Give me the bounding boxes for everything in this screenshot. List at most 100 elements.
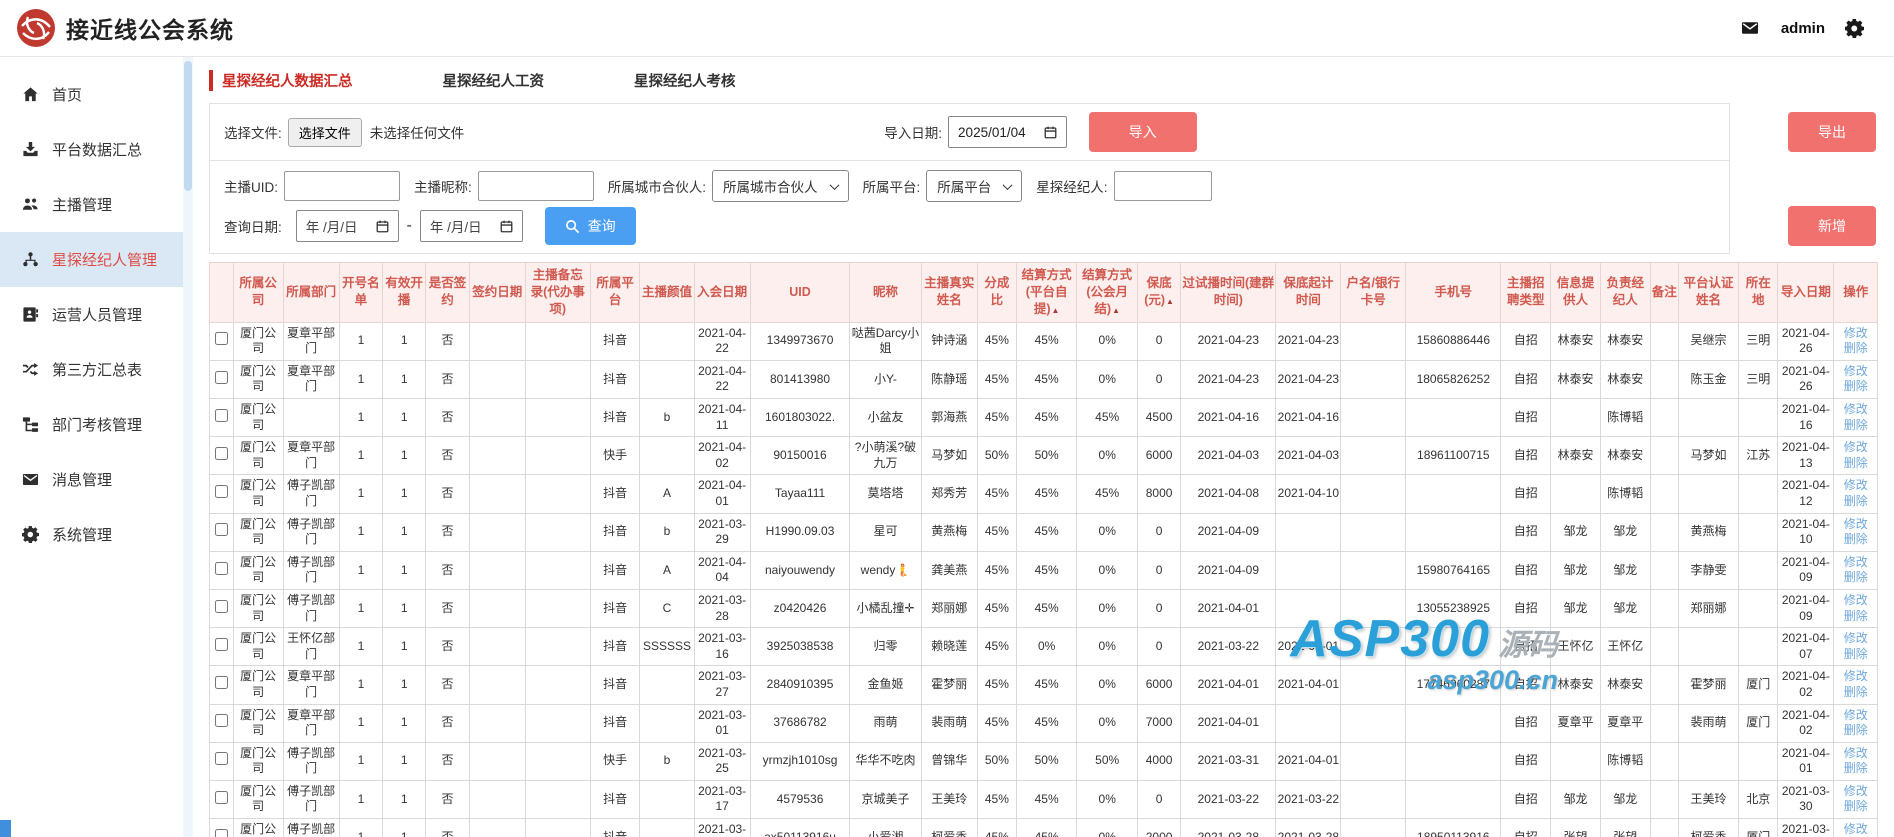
search-icon: [565, 219, 579, 233]
op-delete-link[interactable]: 删除: [1835, 647, 1876, 663]
sidebar-item-system-manage[interactable]: 系统管理: [0, 507, 183, 562]
import-date-value: 2025/01/04: [958, 124, 1026, 140]
sidebar-item-scout-manage[interactable]: 星探经纪人管理: [0, 232, 183, 287]
anchor-nickname-input[interactable]: [477, 171, 594, 201]
data-cell: 厦门公司: [232, 436, 284, 476]
sort-asc-icon[interactable]: ▲: [1112, 306, 1120, 315]
row-checkbox[interactable]: [214, 523, 228, 537]
row-checkbox[interactable]: [214, 828, 228, 837]
scrollbar-thumb[interactable]: [184, 61, 192, 191]
tab-scout-assess[interactable]: 星探经纪人考核: [634, 70, 736, 91]
import-date-input[interactable]: 2025/01/04: [948, 116, 1067, 148]
app-title: 接近线公会系统: [66, 17, 234, 43]
op-edit-link[interactable]: 修改: [1835, 326, 1876, 342]
op-delete-link[interactable]: 删除: [1835, 341, 1876, 357]
data-cell: wendy🧜: [849, 550, 922, 590]
op-delete-link[interactable]: 删除: [1835, 609, 1876, 625]
data-cell: 2021-04-01: [1275, 627, 1342, 667]
column-header[interactable]: 结算方式(公会月结)▲: [1076, 262, 1138, 323]
sort-asc-icon[interactable]: ▲: [1166, 297, 1174, 306]
row-checkbox[interactable]: [214, 332, 228, 346]
query-button[interactable]: 查询: [544, 207, 636, 245]
data-cell: 0%: [1076, 588, 1138, 629]
op-delete-link[interactable]: 删除: [1835, 799, 1876, 815]
city-partner-select[interactable]: 所属城市合伙人: [712, 170, 849, 202]
platform-select[interactable]: 所属平台: [926, 170, 1023, 202]
row-checkbox[interactable]: [214, 370, 228, 384]
query-date-start-input[interactable]: 年 /月/日: [295, 210, 399, 242]
op-edit-link[interactable]: 修改: [1835, 822, 1876, 837]
sidebar-item-platform-data[interactable]: 平台数据汇总: [0, 122, 183, 177]
data-cell: 0: [1136, 627, 1182, 667]
sort-asc-icon[interactable]: ▲: [1052, 306, 1060, 315]
add-button[interactable]: 新增: [1788, 206, 1876, 246]
settings-gear-icon[interactable]: [1845, 18, 1864, 38]
op-delete-link[interactable]: 删除: [1835, 723, 1876, 739]
data-cell: [1340, 512, 1407, 552]
row-checkbox[interactable]: [214, 714, 228, 728]
sidebar-scrollbar[interactable]: [183, 57, 193, 837]
data-cell: [524, 512, 591, 552]
sidebar-item-home[interactable]: 首页: [0, 67, 183, 122]
op-edit-link[interactable]: 修改: [1835, 746, 1876, 762]
op-delete-link[interactable]: 删除: [1835, 494, 1876, 510]
column-header[interactable]: 保底(元)▲: [1136, 262, 1182, 323]
sidebar-item-dept-assess[interactable]: 部门考核管理: [0, 397, 183, 452]
data-cell: 1: [338, 779, 384, 820]
row-checkbox[interactable]: [214, 485, 228, 499]
data-cell: 陈静瑶: [920, 359, 978, 400]
date-placeholder: 年 /月/日: [305, 220, 358, 235]
tab-scout-data-summary[interactable]: 星探经纪人数据汇总: [209, 69, 353, 91]
sidebar-item-label: 首页: [52, 87, 83, 104]
data-cell: 2021-03-27: [693, 665, 751, 705]
row-checkbox[interactable]: [214, 599, 228, 613]
row-checkbox[interactable]: [214, 446, 228, 460]
data-cell: 抖音: [589, 665, 641, 705]
import-button[interactable]: 导入: [1088, 112, 1197, 152]
scroll-corner: [0, 820, 11, 837]
data-cell: 2021-04-26: [1777, 321, 1835, 361]
row-checkbox[interactable]: [214, 637, 228, 651]
op-edit-link[interactable]: 修改: [1835, 708, 1876, 724]
tab-scout-salary[interactable]: 星探经纪人工资: [443, 70, 545, 91]
op-delete-link[interactable]: 删除: [1835, 418, 1876, 434]
sidebar-item-third-party[interactable]: 第三方汇总表: [0, 342, 183, 397]
op-edit-link[interactable]: 修改: [1835, 478, 1876, 494]
row-checkbox[interactable]: [214, 561, 228, 575]
op-edit-link[interactable]: 修改: [1835, 593, 1876, 609]
op-delete-link[interactable]: 删除: [1835, 379, 1876, 395]
data-cell: 林泰安: [1599, 321, 1651, 361]
op-edit-link[interactable]: 修改: [1835, 631, 1876, 647]
column-header[interactable]: 结算方式(平台自提)▲: [1015, 262, 1078, 323]
choose-file-button[interactable]: 选择文件: [287, 117, 362, 147]
op-edit-link[interactable]: 修改: [1835, 669, 1876, 685]
data-table-container: 所属公司 所属部门 开号名单 有效开播 是否签约 签约日期 主播备忘录(代办事项) 所属平台主…: [209, 262, 1878, 837]
scout-agent-input[interactable]: [1113, 171, 1212, 201]
row-checkbox[interactable]: [214, 408, 228, 422]
op-edit-link[interactable]: 修改: [1835, 440, 1876, 456]
op-delete-link[interactable]: 删除: [1835, 570, 1876, 586]
query-date-end-input[interactable]: 年 /月/日: [419, 210, 523, 242]
anchor-uid-input[interactable]: [284, 171, 400, 201]
sidebar-item-anchor-manage[interactable]: 主播管理: [0, 177, 183, 232]
data-cell: H1990.09.03: [749, 512, 851, 552]
op-delete-link[interactable]: 删除: [1835, 685, 1876, 701]
row-checkbox[interactable]: [214, 676, 228, 690]
op-delete-link[interactable]: 删除: [1835, 532, 1876, 548]
op-edit-link[interactable]: 修改: [1835, 784, 1876, 800]
export-button[interactable]: 导出: [1788, 112, 1876, 152]
row-checkbox[interactable]: [214, 752, 228, 766]
data-cell: b: [639, 741, 695, 781]
data-cell: 自招: [1500, 779, 1552, 820]
op-edit-link[interactable]: 修改: [1835, 517, 1876, 533]
row-checkbox[interactable]: [214, 790, 228, 804]
op-edit-link[interactable]: 修改: [1835, 402, 1876, 418]
op-delete-link[interactable]: 删除: [1835, 761, 1876, 777]
op-edit-link[interactable]: 修改: [1835, 364, 1876, 380]
sidebar-item-message-manage[interactable]: 消息管理: [0, 452, 183, 507]
op-edit-link[interactable]: 修改: [1835, 555, 1876, 571]
sidebar-item-operator-manage[interactable]: 运营人员管理: [0, 287, 183, 342]
mail-icon[interactable]: [1739, 19, 1761, 37]
data-cell: 2021-03-28: [693, 588, 751, 629]
op-delete-link[interactable]: 删除: [1835, 456, 1876, 472]
